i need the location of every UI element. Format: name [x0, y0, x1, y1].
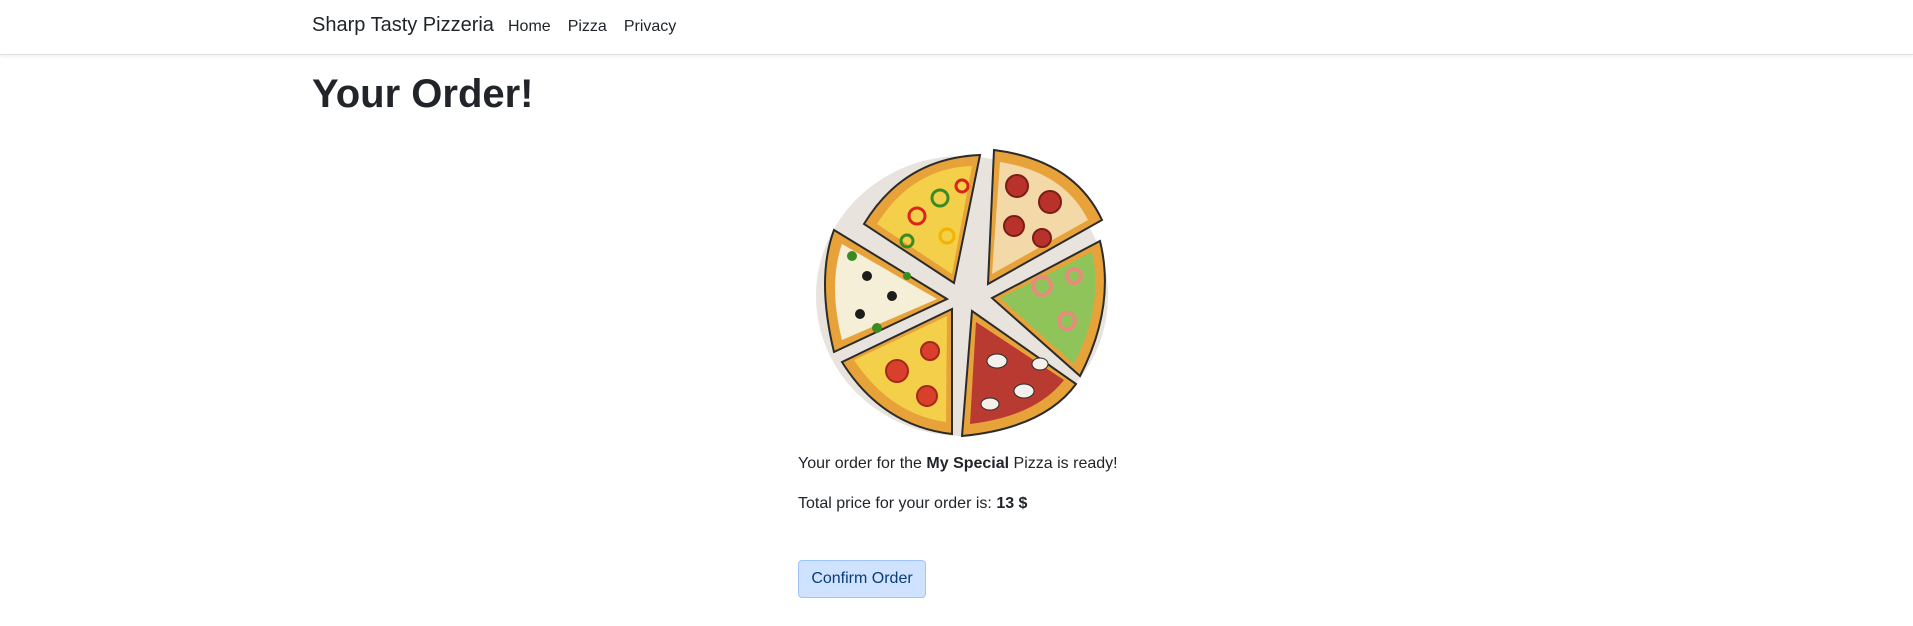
top-navbar: Sharp Tasty Pizzeria Home Pizza Privacy — [0, 0, 1913, 55]
order-prefix: Your order for the — [798, 455, 922, 472]
brand-link[interactable]: Sharp Tasty Pizzeria — [312, 14, 494, 37]
nav-link-home[interactable]: Home — [508, 18, 551, 36]
confirm-order-button[interactable]: Confirm Order — [798, 560, 926, 598]
order-status-text: Your order for the My Special Pizza is r… — [798, 455, 1118, 473]
nav-link-pizza[interactable]: Pizza — [568, 18, 607, 36]
nav-link-privacy[interactable]: Privacy — [624, 18, 676, 36]
price-prefix: Total price for your order is: — [798, 495, 992, 512]
pizza-image — [816, 148, 1108, 438]
page-title: Your Order! — [312, 72, 534, 116]
pizza-name: My Special — [926, 455, 1010, 472]
nav-links: Home Pizza Privacy — [508, 18, 693, 36]
total-price-text: Total price for your order is: 13 $ — [798, 495, 1027, 513]
order-suffix: Pizza is ready! — [1013, 455, 1118, 472]
price-value: 13 $ — [996, 495, 1028, 512]
